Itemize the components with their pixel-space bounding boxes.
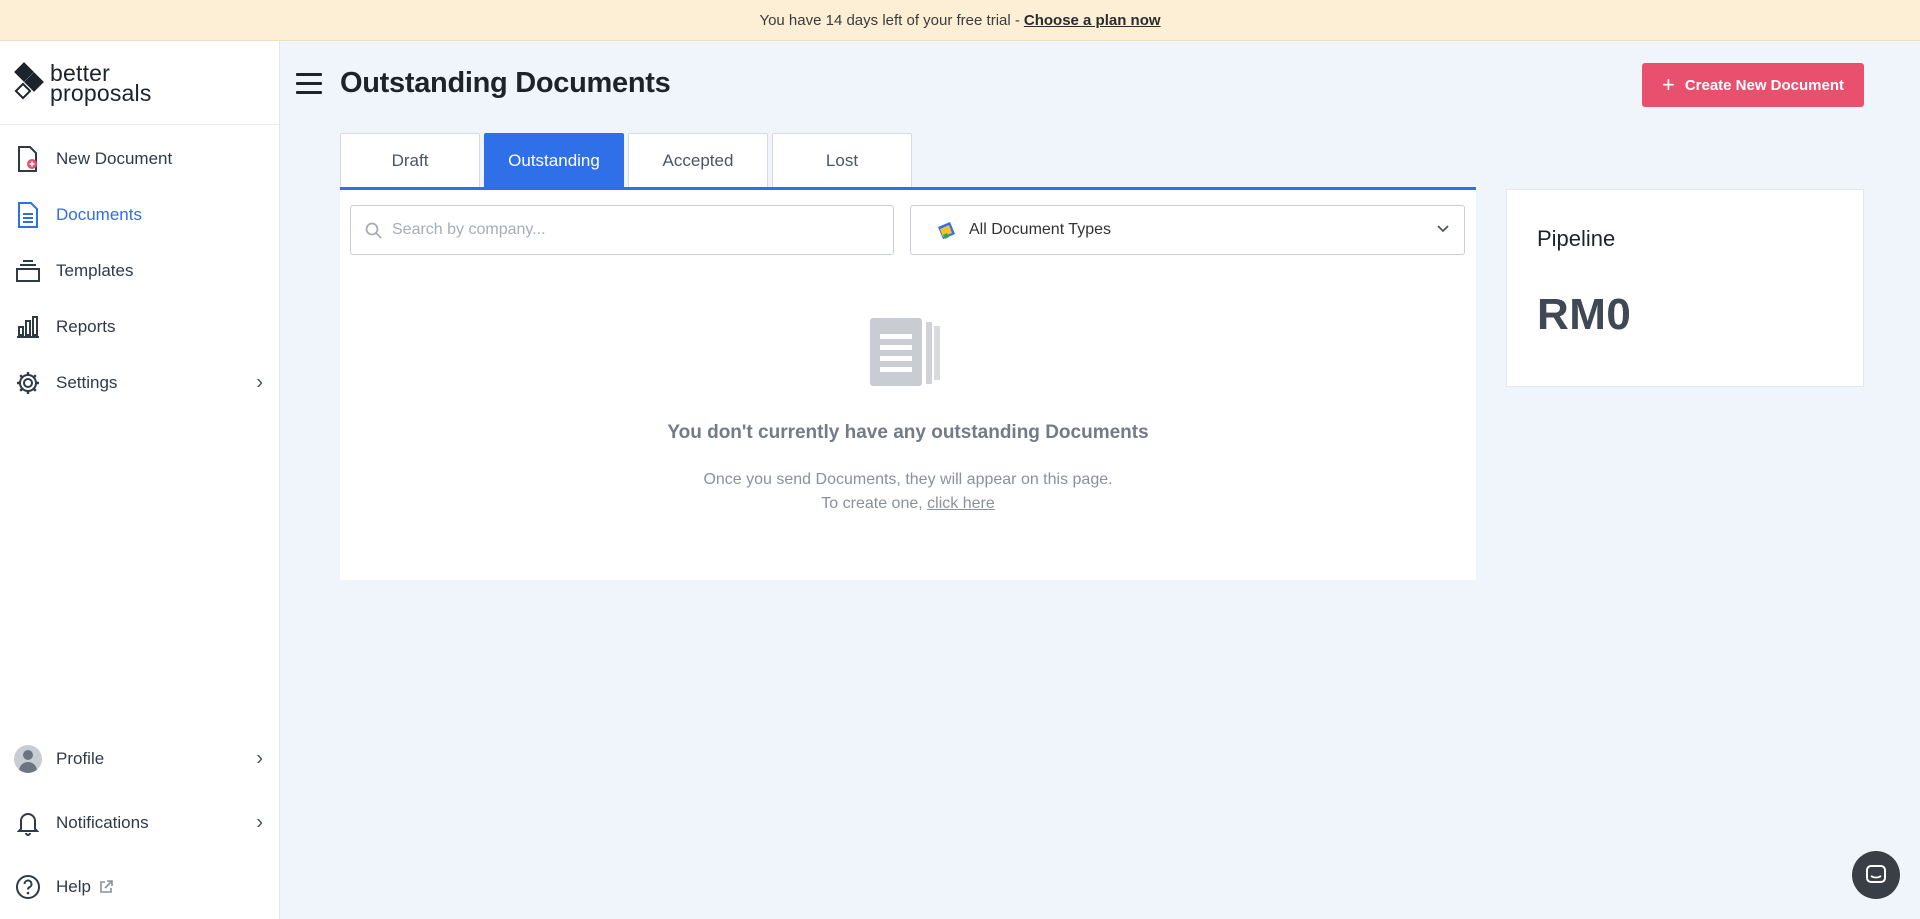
chevron-right-icon: › (256, 371, 263, 394)
main-content: Outstanding Documents + Create New Docum… (280, 41, 1920, 919)
empty-state-description: Once you send Documents, they will appea… (340, 468, 1476, 516)
sidebar-bottom: Profile › Notifications › Help (0, 727, 279, 919)
sidebar-item-settings[interactable]: Settings › (0, 355, 279, 411)
click-here-link[interactable]: click here (927, 495, 995, 512)
plus-icon: + (1661, 72, 1675, 97)
hamburger-menu-icon[interactable] (296, 73, 322, 95)
documents-icon (14, 201, 42, 229)
chevron-down-icon (1436, 221, 1450, 239)
reports-icon (14, 313, 42, 341)
document-type-select[interactable]: All Document Types (910, 205, 1465, 255)
sidebar-item-notifications[interactable]: Notifications › (0, 791, 279, 855)
sidebar-item-label: Templates (56, 261, 134, 280)
pipeline-title: Pipeline (1537, 226, 1616, 251)
empty-state-line1: Once you send Documents, they will appea… (703, 471, 1113, 488)
documents-panel: All Document Types You don't currently h… (340, 190, 1476, 580)
trial-banner: You have 14 days left of your free trial… (0, 0, 1920, 41)
empty-state-title: You don't currently have any outstanding… (667, 422, 1149, 443)
sidebar-item-help[interactable]: Help (0, 855, 279, 919)
document-tabs: Draft Outstanding Accepted Lost (340, 133, 916, 189)
page-title: Outstanding Documents (340, 67, 671, 99)
document-type-value: All Document Types (969, 221, 1111, 238)
sidebar-item-label: Notifications (56, 813, 149, 832)
document-type-icon (935, 219, 957, 241)
create-new-document-label: Create New Document (1684, 76, 1845, 94)
external-link-icon (99, 880, 113, 894)
brand-name: better proposals (50, 59, 152, 106)
search-icon (365, 222, 382, 239)
tab-lost[interactable]: Lost (772, 133, 912, 187)
chevron-right-icon: › (256, 811, 263, 834)
tab-outstanding[interactable]: Outstanding (484, 133, 624, 187)
sidebar-nav: New Document Documents Templates Reports… (0, 125, 279, 411)
choose-plan-link[interactable]: Choose a plan now (1024, 12, 1161, 29)
company-search (350, 205, 894, 255)
empty-state-line2: To create one, click here (821, 495, 995, 512)
bell-icon (14, 809, 42, 837)
create-new-document-button[interactable]: + Create New Document (1642, 63, 1864, 107)
gear-icon (14, 369, 42, 397)
sidebar: better proposals New Document Documents … (0, 41, 280, 919)
sidebar-item-label: Settings (56, 373, 118, 392)
sidebar-item-label: Profile (56, 749, 105, 768)
pipeline-card: Pipeline RM0 (1506, 189, 1864, 387)
sidebar-item-documents[interactable]: Documents (0, 187, 279, 243)
empty-documents-icon (868, 318, 948, 393)
sidebar-item-reports[interactable]: Reports (0, 299, 279, 355)
sidebar-item-new-document[interactable]: New Document (0, 131, 279, 187)
tab-accepted[interactable]: Accepted (628, 133, 768, 187)
sidebar-item-profile[interactable]: Profile › (0, 727, 279, 791)
chat-icon (1865, 864, 1887, 886)
chat-support-button[interactable] (1852, 851, 1900, 899)
brand-logo[interactable]: better proposals (0, 41, 279, 125)
templates-icon (14, 257, 42, 285)
trial-banner-text: You have 14 days left of your free trial… (759, 11, 1020, 29)
chevron-right-icon: › (256, 747, 263, 770)
search-input[interactable] (392, 221, 872, 239)
pipeline-value: RM0 (1537, 290, 1632, 339)
sidebar-item-label: Documents (56, 205, 142, 224)
tab-draft[interactable]: Draft (340, 133, 480, 187)
avatar (14, 745, 42, 773)
sidebar-item-label: Reports (56, 317, 116, 336)
logo-mark-icon (14, 61, 44, 103)
sidebar-item-label: New Document (56, 149, 173, 168)
help-icon (14, 873, 42, 901)
new-document-icon (14, 145, 42, 173)
sidebar-item-label: Help (56, 877, 91, 896)
sidebar-item-templates[interactable]: Templates (0, 243, 279, 299)
